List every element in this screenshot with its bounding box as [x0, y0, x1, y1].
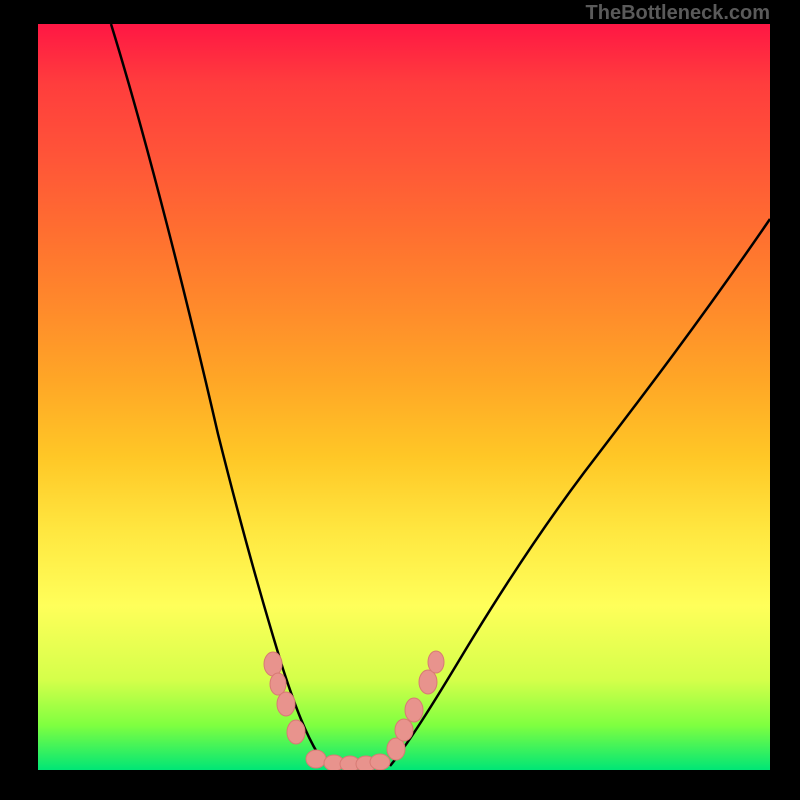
bottleneck-curves	[38, 24, 770, 770]
plot-area	[38, 24, 770, 770]
left-curve	[111, 24, 328, 766]
watermark-text: TheBottleneck.com	[586, 2, 770, 25]
right-curve	[390, 219, 770, 766]
chart-container: TheBottleneck.com	[0, 0, 800, 800]
data-markers	[264, 651, 444, 770]
